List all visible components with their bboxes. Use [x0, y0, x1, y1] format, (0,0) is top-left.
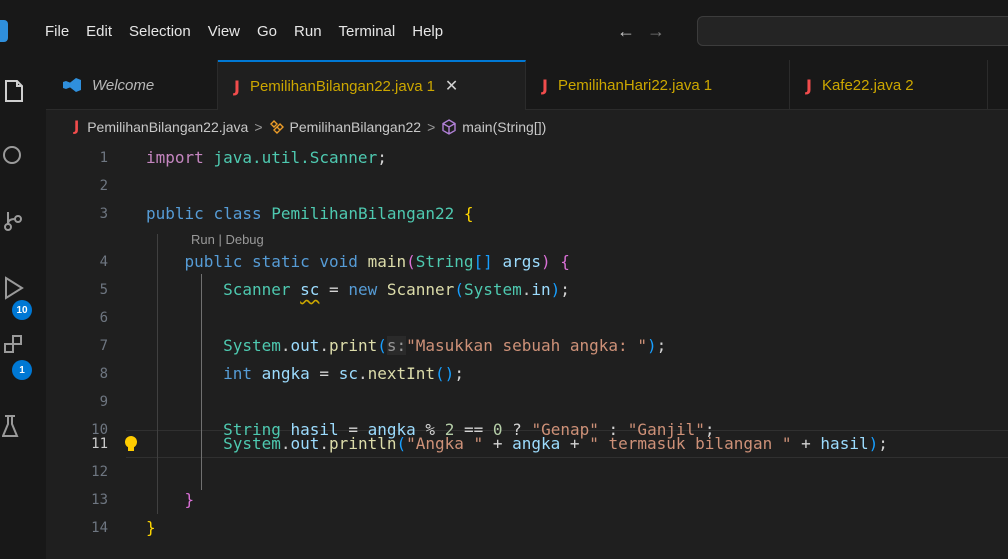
- menu-bar: File Edit Selection View Go Run Terminal…: [45, 18, 460, 44]
- code-text: Scanner sc = new Scanner(System.in);: [223, 280, 570, 299]
- tab-label: Welcome: [92, 76, 155, 94]
- vscode-logo-icon: [0, 20, 8, 42]
- code-text: public class PemilihanBilangan22 {: [146, 204, 474, 223]
- line-number: 6: [99, 310, 108, 326]
- line-number: 14: [91, 520, 108, 536]
- code-editor[interactable]: 1 import java.util.Scanner; 2 3 public c…: [46, 144, 1008, 559]
- line-number: 2: [99, 178, 108, 194]
- line-number: 4: [99, 254, 108, 270]
- explorer-button[interactable]: [0, 72, 40, 108]
- line-number: 5: [99, 282, 108, 298]
- code-text: }: [146, 518, 156, 537]
- run-debug-icon: [5, 276, 24, 300]
- extensions-badge: 1: [12, 360, 32, 380]
- line-number: 1: [99, 150, 108, 166]
- breadcrumb-separator: >: [427, 119, 436, 135]
- tab-label: PemilihanBilangan22.java: [249, 77, 423, 95]
- menu-selection[interactable]: Selection: [129, 23, 191, 40]
- code-line-10: 10 String hasil = angka % 2 == 0 ? "Gena…: [46, 402, 1008, 439]
- code-text: public static void main(String[] args) {: [184, 252, 570, 271]
- back-arrow-icon[interactable]: ←: [617, 21, 635, 42]
- code-text: int angka = sc.nextInt();: [223, 364, 464, 383]
- tab-label: Kafe22.java: [821, 76, 902, 94]
- menu-edit[interactable]: Edit: [86, 23, 112, 40]
- code-line-1: 1 import java.util.Scanner;: [46, 144, 1008, 172]
- code-line-2: 2: [46, 172, 1008, 200]
- explorer-icon: [5, 80, 23, 102]
- testing-icon: [2, 415, 19, 437]
- breadcrumb: J PemilihanBilangan22.java > PemilihanBi…: [46, 110, 1008, 144]
- code-line-12: 12: [46, 458, 1008, 486]
- breadcrumb-method[interactable]: main(String[]): [462, 119, 546, 135]
- menu-view[interactable]: View: [208, 23, 240, 40]
- source-control-icon: [4, 212, 22, 231]
- search-button[interactable]: [0, 139, 40, 175]
- code-line-3: 3 public class PemilihanBilangan22 {: [46, 200, 1008, 228]
- code-text: import java.util.Scanner;: [146, 148, 387, 167]
- tab-problem-count: 2: [905, 76, 914, 94]
- code-text: System.out.print(s:"Masukkan sebuah angk…: [223, 336, 667, 355]
- run-debug-button[interactable]: 10: [0, 270, 40, 324]
- code-line-11: 11 System.out.println("Angka " + angka +…: [46, 430, 1008, 458]
- editor-tab-bar: Welcome J PemilihanBilangan22.java 1 ✕ J…: [46, 60, 1008, 110]
- java-file-icon: J: [806, 75, 812, 95]
- java-file-icon: J: [542, 75, 548, 95]
- java-file-icon: J: [74, 119, 80, 135]
- code-line-4: 4 public static void main(String[] args)…: [46, 248, 1008, 276]
- code-text: }: [184, 490, 195, 509]
- command-center-search[interactable]: [697, 16, 1008, 46]
- tab-problem-count: 1: [703, 76, 713, 94]
- menu-run[interactable]: Run: [294, 23, 322, 40]
- testing-button[interactable]: [0, 408, 40, 444]
- line-number: 13: [91, 492, 108, 508]
- code-line-8: 8 int angka = sc.nextInt();: [46, 360, 1008, 388]
- breadcrumb-separator: >: [254, 119, 263, 135]
- title-bar: File Edit Selection View Go Run Terminal…: [0, 0, 1008, 60]
- vscode-icon: [63, 78, 81, 92]
- activity-bar: 10 1: [0, 60, 46, 559]
- extensions-icon: [4, 335, 22, 353]
- code-text: System.out.println("Angka " + angka + " …: [223, 434, 888, 453]
- code-line-5: 5 Scanner sc = new Scanner(System.in);: [46, 276, 1008, 304]
- navigation-arrows: ← →: [617, 18, 665, 44]
- code-line-13: 13 }: [46, 486, 1008, 514]
- line-number: 12: [91, 464, 108, 480]
- search-icon: [3, 146, 21, 164]
- menu-terminal[interactable]: Terminal: [339, 23, 396, 40]
- forward-arrow-icon[interactable]: →: [647, 21, 665, 42]
- line-number: 8: [99, 366, 108, 382]
- warning-squiggle: sc: [300, 280, 320, 299]
- menu-file[interactable]: File: [45, 23, 69, 40]
- line-number: 3: [99, 206, 108, 222]
- menu-go[interactable]: Go: [257, 23, 277, 40]
- code-line-6: 6: [46, 304, 1008, 332]
- code-line-14: 14 }: [46, 514, 1008, 542]
- class-icon: [269, 120, 285, 134]
- tab-label: PemilihanHari22.java: [557, 76, 700, 94]
- parameter-hint: s:: [386, 336, 407, 355]
- tab-welcome[interactable]: Welcome: [46, 60, 218, 110]
- lightbulb-icon[interactable]: [124, 435, 138, 453]
- code-line-7: 7 System.out.print(s:"Masukkan sebuah an…: [46, 332, 1008, 360]
- breadcrumb-file[interactable]: PemilihanBilangan22.java: [87, 119, 248, 135]
- line-number: 7: [99, 338, 108, 354]
- source-control-button[interactable]: [0, 203, 40, 239]
- tab-pemilihanbilangan22[interactable]: J PemilihanBilangan22.java 1 ✕: [218, 60, 526, 110]
- menu-help[interactable]: Help: [412, 23, 443, 40]
- close-tab-icon[interactable]: ✕: [445, 76, 458, 96]
- codelens-run-debug[interactable]: Run | Debug: [191, 230, 264, 250]
- tab-kafe22[interactable]: J Kafe22.java 2: [790, 60, 988, 110]
- java-file-icon: J: [234, 76, 240, 96]
- tab-problem-count: 1: [426, 77, 435, 95]
- extensions-button[interactable]: 1: [0, 328, 40, 384]
- line-number: 11: [91, 436, 108, 452]
- breadcrumb-class[interactable]: PemilihanBilangan22: [290, 119, 422, 135]
- method-icon: [441, 119, 457, 135]
- tab-pemilihanhari22[interactable]: J PemilihanHari22.java 1: [526, 60, 790, 110]
- run-badge: 10: [12, 300, 32, 320]
